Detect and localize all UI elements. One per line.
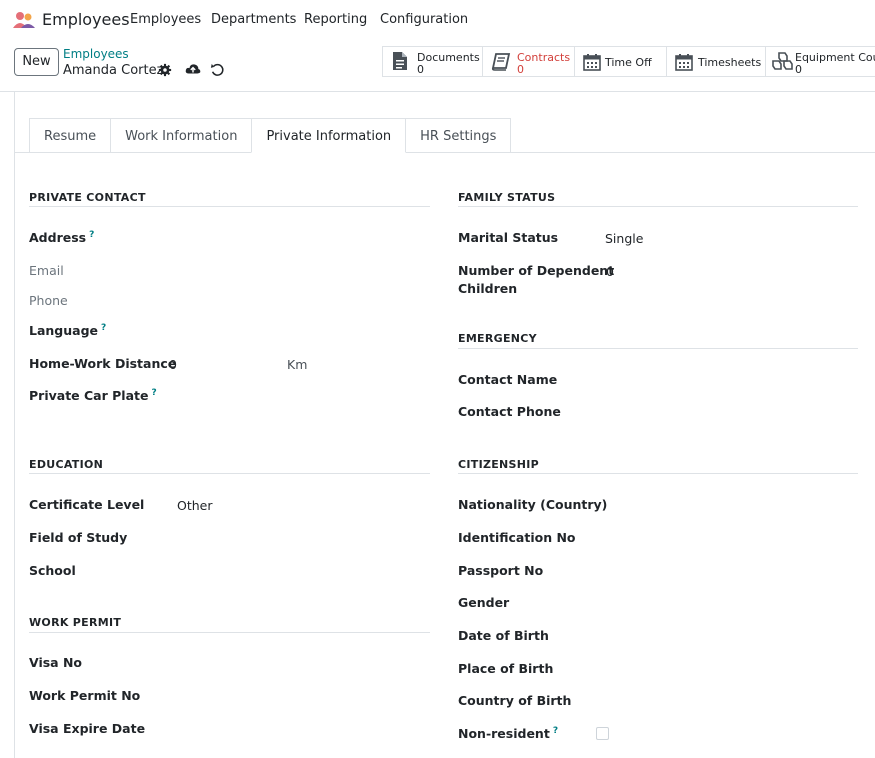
date-of-birth-label: Date of Birth bbox=[458, 628, 549, 643]
language-label: Language? bbox=[29, 323, 107, 339]
private-car-plate-label: Private Car Plate? bbox=[29, 388, 157, 404]
timesheets-label: Timesheets bbox=[698, 56, 762, 69]
discard-undo-icon[interactable] bbox=[210, 63, 224, 77]
dependent-children-label-line1: Number of Dependent bbox=[458, 263, 615, 278]
top-navbar: Employees Employees Departments Reportin… bbox=[0, 0, 875, 40]
marital-status-select[interactable]: Single bbox=[605, 231, 643, 246]
tab-work-information[interactable]: Work Information bbox=[110, 118, 253, 153]
tab-resume[interactable]: Resume bbox=[29, 118, 112, 153]
section-divider bbox=[29, 206, 430, 207]
contracts-smart-button[interactable]: Contracts 0 bbox=[483, 47, 575, 76]
documents-smart-button[interactable]: Documents 0 bbox=[383, 47, 483, 76]
calendar-icon bbox=[583, 54, 601, 71]
menu-departments[interactable]: Departments bbox=[211, 12, 296, 27]
private-contact-title: PRIVATE CONTACT bbox=[29, 191, 146, 204]
time-off-label: Time Off bbox=[605, 56, 652, 69]
help-tooltip-icon[interactable]: ? bbox=[89, 230, 94, 240]
contracts-label: Contracts bbox=[517, 51, 571, 64]
phone-field[interactable]: Phone bbox=[29, 293, 68, 308]
breadcrumb-parent[interactable]: Employees bbox=[63, 47, 129, 61]
non-resident-label: Non-resident? bbox=[458, 726, 559, 742]
email-field[interactable]: Email bbox=[29, 263, 64, 278]
document-icon bbox=[393, 52, 407, 70]
distance-unit-select[interactable]: Km bbox=[287, 357, 307, 372]
equipment-smart-button[interactable]: Equipment Cour 0 bbox=[766, 47, 875, 76]
smart-buttons-bar: Documents 0 Contracts 0 Time Off Timeshe… bbox=[382, 46, 875, 77]
dependent-children-label-line2: Children bbox=[458, 281, 518, 296]
equipment-label: Equipment Cour bbox=[795, 51, 875, 64]
contact-phone-label: Contact Phone bbox=[458, 404, 561, 419]
menu-employees[interactable]: Employees bbox=[130, 12, 201, 27]
control-panel: New Employees Amanda Cortez Documents 0 bbox=[0, 40, 875, 92]
place-of-birth-label: Place of Birth bbox=[458, 661, 554, 676]
visa-no-label: Visa No bbox=[29, 655, 83, 670]
equipment-count: 0 bbox=[795, 63, 802, 76]
home-work-distance-input[interactable]: 0 bbox=[169, 357, 177, 372]
menu-configuration[interactable]: Configuration bbox=[380, 12, 468, 27]
certificate-level-label: Certificate Level bbox=[29, 497, 145, 512]
work-permit-title: WORK PERMIT bbox=[29, 616, 122, 629]
non-resident-checkbox[interactable] bbox=[596, 727, 609, 740]
certificate-level-select[interactable]: Other bbox=[177, 498, 213, 513]
time-off-smart-button[interactable]: Time Off bbox=[575, 47, 667, 76]
school-label: School bbox=[29, 563, 76, 578]
section-divider bbox=[458, 473, 858, 474]
education-title: EDUCATION bbox=[29, 458, 104, 471]
menu-reporting[interactable]: Reporting bbox=[304, 12, 367, 27]
tab-hr-settings[interactable]: HR Settings bbox=[405, 118, 512, 153]
marital-status-label: Marital Status bbox=[458, 230, 559, 245]
help-tooltip-icon[interactable]: ? bbox=[151, 388, 156, 398]
help-tooltip-icon[interactable]: ? bbox=[553, 726, 558, 736]
documents-label: Documents bbox=[417, 51, 480, 64]
tab-private-information[interactable]: Private Information bbox=[251, 118, 407, 153]
documents-count: 0 bbox=[417, 63, 424, 76]
identification-no-label: Identification No bbox=[458, 530, 576, 545]
citizenship-title: CITIZENSHIP bbox=[458, 458, 540, 471]
save-cloud-icon[interactable] bbox=[185, 62, 201, 76]
section-divider bbox=[458, 206, 858, 207]
new-button[interactable]: New bbox=[14, 48, 59, 76]
tabs-divider bbox=[14, 152, 875, 153]
contract-book-icon bbox=[491, 53, 511, 71]
home-work-distance-label: Home-Work Distance bbox=[29, 356, 177, 371]
section-divider bbox=[458, 348, 858, 349]
contracts-count: 0 bbox=[517, 63, 524, 76]
field-of-study-label: Field of Study bbox=[29, 530, 128, 545]
family-status-title: FAMILY STATUS bbox=[458, 191, 556, 204]
contact-name-label: Contact Name bbox=[458, 372, 558, 387]
section-divider bbox=[29, 632, 430, 633]
visa-expire-date-label: Visa Expire Date bbox=[29, 721, 146, 736]
section-divider bbox=[29, 473, 430, 474]
passport-no-label: Passport No bbox=[458, 563, 544, 578]
calendar-icon bbox=[675, 54, 693, 71]
address-label: Address? bbox=[29, 230, 95, 246]
notebook-tabs: Resume Work Information Private Informat… bbox=[29, 118, 512, 153]
gender-label: Gender bbox=[458, 595, 510, 610]
country-of-birth-label: Country of Birth bbox=[458, 693, 572, 708]
emergency-title: EMERGENCY bbox=[458, 332, 537, 345]
dependent-children-input[interactable]: 0 bbox=[606, 264, 614, 279]
help-tooltip-icon[interactable]: ? bbox=[101, 323, 106, 333]
employees-app-icon[interactable] bbox=[12, 11, 36, 29]
timesheets-smart-button[interactable]: Timesheets bbox=[667, 47, 766, 76]
work-permit-no-label: Work Permit No bbox=[29, 688, 141, 703]
breadcrumb-current: Amanda Cortez bbox=[63, 63, 164, 78]
app-name[interactable]: Employees bbox=[42, 10, 130, 29]
nationality-label: Nationality (Country) bbox=[458, 497, 608, 512]
gear-icon[interactable] bbox=[158, 63, 172, 77]
cubes-icon bbox=[772, 52, 793, 70]
